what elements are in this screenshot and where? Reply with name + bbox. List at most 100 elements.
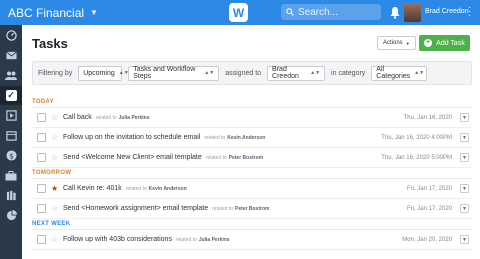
search-placeholder: Search...: [298, 6, 339, 18]
related-contact[interactable]: Julia Perkins: [119, 115, 150, 121]
star-icon[interactable]: ☆: [51, 235, 60, 244]
type-select[interactable]: Tasks and Workflow Steps ▲▼: [128, 65, 220, 81]
row-menu-icon[interactable]: ▼: [460, 153, 469, 162]
select-arrows-icon: ▲▼: [414, 70, 425, 76]
assigned-to-label: assigned to: [225, 69, 262, 77]
row-menu-icon[interactable]: ▼: [460, 235, 469, 244]
section-today: TODAY: [32, 99, 54, 105]
more-vertical-icon[interactable]: · · ·: [468, 3, 471, 21]
add-task-button[interactable]: + Add Task: [419, 35, 470, 51]
star-icon[interactable]: ★: [51, 184, 60, 193]
company-switcher[interactable]: ABC Financial ▼: [0, 6, 190, 20]
timeframe-select[interactable]: Upcoming ▲▼: [78, 65, 129, 81]
actions-button[interactable]: Actions ▼: [377, 36, 416, 50]
task-checkbox[interactable]: [37, 204, 46, 213]
related-label: related to: [95, 114, 117, 121]
avatar[interactable]: [404, 3, 421, 22]
star-icon[interactable]: ☆: [51, 113, 60, 122]
category-value: All Categories: [376, 66, 411, 80]
page-title: Tasks: [32, 36, 68, 51]
task-title[interactable]: Call Kevin re: 401k: [63, 185, 122, 192]
task-date: Thu, Jan 16, 2020: [403, 114, 452, 121]
search-input[interactable]: Search...: [281, 4, 381, 20]
related-contact[interactable]: Julia Perkins: [199, 237, 230, 243]
row-menu-icon[interactable]: ▼: [460, 133, 469, 142]
task-row[interactable]: ☆ Send <Welcome New Client> email templa…: [32, 148, 472, 168]
sidebar-item-mail[interactable]: [0, 46, 22, 65]
star-icon[interactable]: ☆: [51, 133, 60, 142]
contacts-icon: [5, 71, 17, 80]
row-menu-icon[interactable]: ▼: [460, 204, 469, 213]
sidebar-item-calendar[interactable]: [0, 126, 22, 145]
task-title[interactable]: Follow up with 403b considerations: [63, 236, 172, 243]
in-category-label: in category: [331, 69, 366, 77]
dollar-icon: $: [5, 150, 17, 161]
related-contact[interactable]: Kevin Anderson: [149, 186, 187, 192]
plus-icon: +: [424, 39, 433, 47]
app-logo[interactable]: W: [229, 3, 248, 22]
row-menu-icon[interactable]: ▼: [460, 184, 469, 193]
task-checkbox[interactable]: [37, 235, 46, 244]
task-title[interactable]: Send <Homework assignment> email templat…: [63, 205, 208, 212]
task-row[interactable]: ☆ Follow up with 403b considerations rel…: [32, 230, 472, 250]
add-task-label: Add Task: [436, 39, 465, 47]
task-date: Thu, Jan 16, 2020 5:00PM: [381, 154, 452, 161]
mail-icon: [5, 51, 17, 60]
video-icon: [5, 110, 17, 121]
task-checkbox[interactable]: [37, 153, 46, 162]
assignee-select[interactable]: Brad Creedon ▲▼: [267, 65, 326, 81]
sidebar-item-dashboard[interactable]: [0, 26, 22, 45]
user-name[interactable]: Brad Creedon: [425, 8, 469, 15]
sidebar-item-reports[interactable]: [0, 206, 22, 225]
select-arrows-icon: ▲▼: [204, 70, 215, 76]
sidebar: ✓ $: [0, 25, 22, 259]
related-contact[interactable]: Peter Bostrom: [229, 155, 263, 161]
related-contact[interactable]: Kevin Anderson: [227, 135, 265, 141]
star-icon[interactable]: ☆: [51, 204, 60, 213]
sidebar-item-billing[interactable]: $: [0, 146, 22, 165]
task-title[interactable]: Follow up on the invitation to schedule …: [63, 134, 200, 141]
task-title[interactable]: Call back: [63, 114, 92, 121]
related-label: related to: [204, 134, 226, 141]
timeframe-value: Upcoming: [83, 69, 115, 77]
task-title[interactable]: Send <Welcome New Client> email template: [63, 154, 202, 161]
top-bar: ABC Financial ▼ W Search... Brad Creedon…: [0, 0, 480, 25]
task-checkbox[interactable]: [37, 133, 46, 142]
tasks-icon: ✓: [5, 90, 17, 101]
sidebar-item-tasks[interactable]: ✓: [0, 86, 22, 105]
section-tomorrow: TOMORROW: [32, 170, 72, 176]
related-label: related to: [212, 205, 233, 212]
task-date: Fri, Jan 17, 2020: [406, 205, 452, 212]
calendar-icon: [5, 131, 17, 141]
type-value: Tasks and Workflow Steps: [133, 66, 196, 80]
sidebar-item-video[interactable]: [0, 106, 22, 125]
chevron-down-icon: ▼: [405, 40, 410, 46]
task-date: Mon, Jan 20, 2020: [402, 236, 452, 243]
sidebar-item-contacts[interactable]: [0, 66, 22, 85]
task-date: Fri, Jan 17, 2020: [406, 185, 452, 192]
main-content: Tasks Actions ▼ + Add Task Filtering by …: [22, 25, 480, 259]
star-icon[interactable]: ☆: [51, 153, 60, 162]
library-icon: [6, 190, 16, 201]
company-name: ABC Financial: [8, 5, 85, 20]
select-arrows-icon: ▲▼: [310, 70, 321, 76]
bell-icon[interactable]: [389, 6, 401, 19]
dashboard-icon: [5, 30, 17, 41]
related-label: related to: [175, 236, 197, 243]
search-icon: [286, 8, 294, 16]
related-label: related to: [205, 154, 227, 161]
task-checkbox[interactable]: [37, 184, 46, 193]
category-select[interactable]: All Categories ▲▼: [371, 65, 428, 81]
task-row[interactable]: ☆ Follow up on the invitation to schedul…: [32, 128, 472, 148]
section-next-week: NEXT WEEK: [32, 221, 71, 227]
sidebar-item-library[interactable]: [0, 186, 22, 205]
row-menu-icon[interactable]: ▼: [460, 113, 469, 122]
task-row[interactable]: ★ Call Kevin re: 401k related to Kevin A…: [32, 179, 472, 199]
sidebar-item-briefcase[interactable]: [0, 166, 22, 185]
related-label: related to: [125, 185, 147, 192]
task-checkbox[interactable]: [37, 113, 46, 122]
related-contact[interactable]: Peter Bostrom: [235, 206, 269, 212]
task-row[interactable]: ☆ Send <Homework assignment> email templ…: [32, 199, 472, 219]
task-row[interactable]: ☆ Call back related to Julia Perkins Thu…: [32, 108, 472, 128]
filter-bar: Filtering by Upcoming ▲▼ Tasks and Workf…: [32, 61, 472, 85]
